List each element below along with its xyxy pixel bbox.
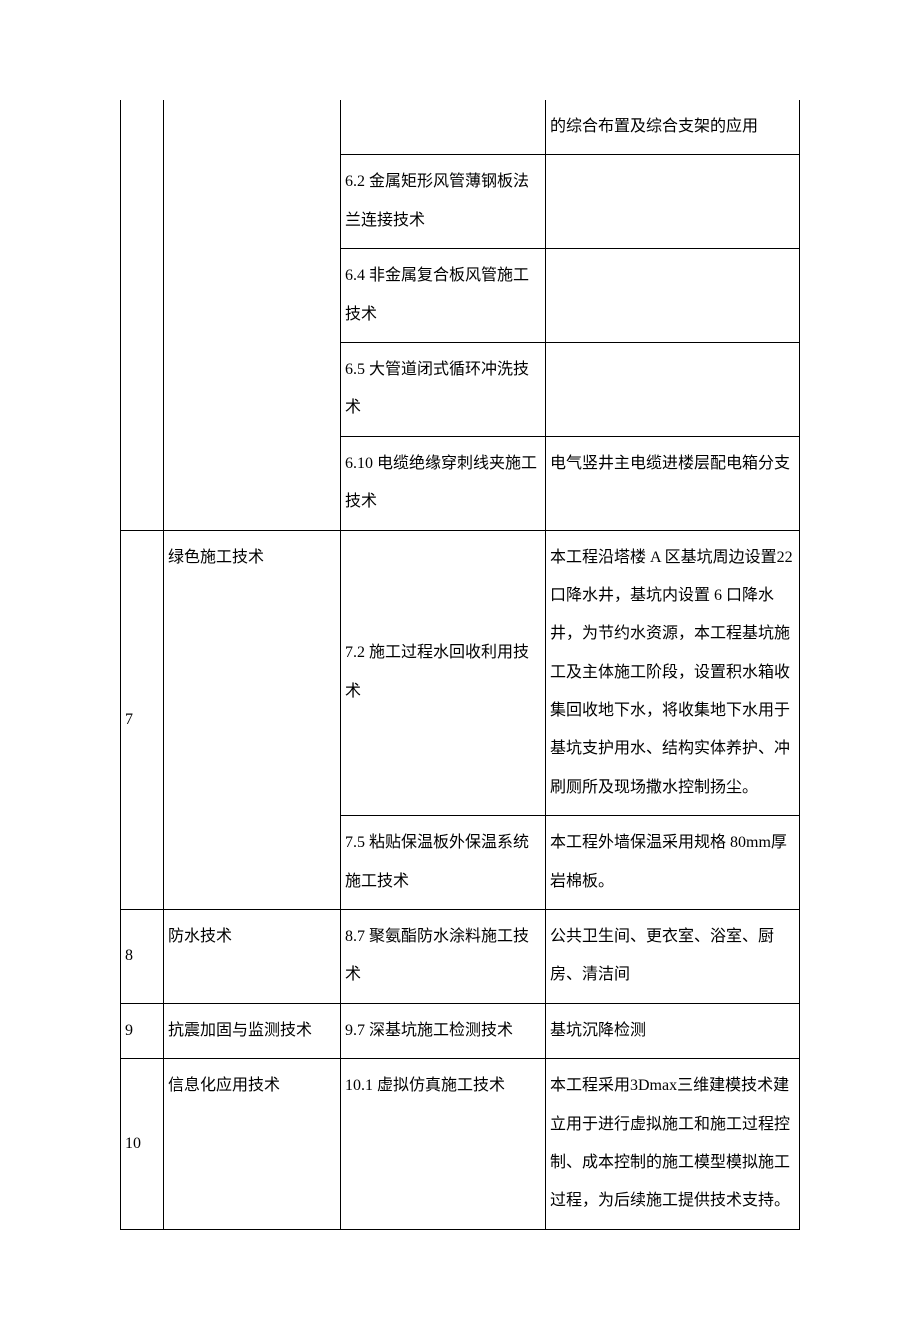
cell-tech: 6.4 非金属复合板风管施工技术: [341, 249, 546, 343]
cell-desc: 基坑沉降检测: [546, 1003, 800, 1058]
cell-desc: 本工程外墙保温采用规格 80mm厚岩棉板。: [546, 816, 800, 910]
cell-tech: 7.2 施工过程水回收利用技术: [341, 530, 546, 816]
cell-desc: 本工程采用3Dmax三维建模技术建立用于进行虚拟施工和施工过程控制、成本控制的施…: [546, 1059, 800, 1230]
table-row: 7 绿色施工技术 7.2 施工过程水回收利用技术 本工程沿塔楼 A 区基坑周边设…: [121, 530, 800, 816]
cell-desc: [546, 155, 800, 249]
cell-tech: 10.1 虚拟仿真施工技术: [341, 1059, 546, 1230]
cell-tech: 9.7 深基坑施工检测技术: [341, 1003, 546, 1058]
cell-desc: 公共卫生间、更衣室、浴室、厨房、清洁间: [546, 910, 800, 1004]
cell-desc: 本工程沿塔楼 A 区基坑周边设置22 口降水井，基坑内设置 6 口降水井，为节约…: [546, 530, 800, 816]
table-row: 8 防水技术 8.7 聚氨酯防水涂料施工技术 公共卫生间、更衣室、浴室、厨房、清…: [121, 910, 800, 1004]
table-row: 9 抗震加固与监测技术 9.7 深基坑施工检测技术 基坑沉降检测: [121, 1003, 800, 1058]
cell-tech: 7.5 粘贴保温板外保温系统施工技术: [341, 816, 546, 910]
cell-cat: 绿色施工技术: [164, 530, 341, 910]
cell-cat: 防水技术: [164, 910, 341, 1004]
cell-desc: 电气竖井主电缆进楼层配电箱分支: [546, 436, 800, 530]
table-row: 的综合布置及综合支架的应用: [121, 100, 800, 155]
cell-num: 9: [121, 1003, 164, 1058]
tech-table: 的综合布置及综合支架的应用 6.2 金属矩形风管薄钢板法兰连接技术 6.4 非金…: [120, 100, 800, 1230]
cell-num: 10: [121, 1059, 164, 1230]
cell-desc: [546, 249, 800, 343]
cell-cat: 抗震加固与监测技术: [164, 1003, 341, 1058]
cell-num: 8: [121, 910, 164, 1004]
cell-num: [121, 100, 164, 530]
cell-cat: 信息化应用技术: [164, 1059, 341, 1230]
cell-num: 7: [121, 530, 164, 910]
table-row: 10 信息化应用技术 10.1 虚拟仿真施工技术 本工程采用3Dmax三维建模技…: [121, 1059, 800, 1230]
cell-tech: 6.5 大管道闭式循环冲洗技术: [341, 342, 546, 436]
cell-tech: 6.2 金属矩形风管薄钢板法兰连接技术: [341, 155, 546, 249]
document-page: 的综合布置及综合支架的应用 6.2 金属矩形风管薄钢板法兰连接技术 6.4 非金…: [0, 0, 920, 1330]
cell-tech: 8.7 聚氨酯防水涂料施工技术: [341, 910, 546, 1004]
cell-tech: [341, 100, 546, 155]
cell-tech: 6.10 电缆绝缘穿刺线夹施工技术: [341, 436, 546, 530]
cell-desc: 的综合布置及综合支架的应用: [546, 100, 800, 155]
cell-cat: [164, 100, 341, 530]
cell-desc: [546, 342, 800, 436]
